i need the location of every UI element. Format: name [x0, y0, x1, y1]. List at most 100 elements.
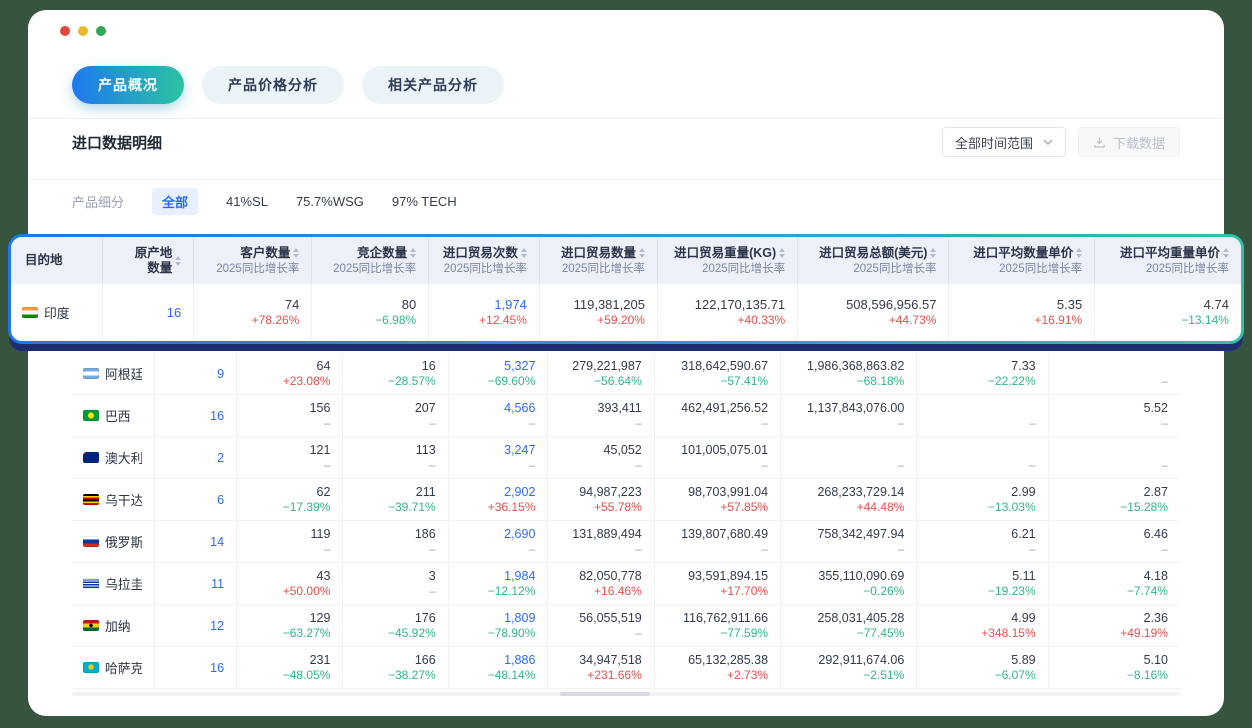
zoom-window-button[interactable] [96, 26, 106, 36]
column-header-competitor_count[interactable]: 竞企数量2025同比增长率 [312, 237, 429, 284]
origin-count-link[interactable]: 11 [211, 576, 224, 592]
country-flag-brazil [83, 410, 99, 421]
tab-product-overview[interactable]: 产品概况 [72, 66, 184, 104]
column-header-avg_quantity_price[interactable]: 进口平均数量单价2025同比增长率 [949, 237, 1095, 284]
growth-value: −48.05% [283, 668, 331, 683]
metric-value: 7.33 [1011, 358, 1035, 374]
table-row[interactable]: 阿根廷964+23.08%16−28.57%5,327−69.60%279,22… [72, 353, 1180, 395]
growth-value: −57.41% [720, 374, 768, 389]
trade_count-cell: 4,566– [449, 395, 549, 436]
close-window-button[interactable] [60, 26, 70, 36]
growth-value: +50.00% [283, 584, 331, 599]
minimize-window-button[interactable] [78, 26, 88, 36]
column-header-trade_quantity[interactable]: 进口贸易数量2025同比增长率 [540, 237, 658, 284]
growth-value: −48.14% [488, 668, 536, 683]
customer_count-cell: 119– [237, 521, 343, 562]
segment-option-all[interactable]: 全部 [152, 188, 198, 215]
origin-count-link[interactable]: 16 [210, 408, 224, 424]
competitor_count-cell: 166−38.27% [343, 647, 448, 688]
origin-count-cell: 9 [155, 353, 237, 394]
column-title: 进口贸易次数 [443, 246, 518, 261]
column-header-avg_weight_price[interactable]: 进口平均重量单价2025同比增长率 [1095, 237, 1241, 284]
metric-value: 16 [422, 358, 436, 374]
time-range-select[interactable]: 全部时间范围 [942, 127, 1066, 157]
trade-count-link[interactable]: 3,247 [504, 442, 535, 458]
trade-count-link[interactable]: 5,327 [504, 358, 535, 374]
trade-count-link[interactable]: 2,690 [504, 526, 535, 542]
growth-value: +16.91% [1034, 313, 1082, 328]
origin-count-link[interactable]: 16 [167, 305, 181, 321]
origin-count-link[interactable]: 2 [217, 450, 224, 466]
origin-count-link[interactable]: 12 [210, 618, 224, 634]
column-title: 客户数量 [240, 246, 290, 261]
tab-product-price-analysis[interactable]: 产品价格分析 [202, 66, 344, 104]
table-row[interactable]: 澳大利亚2121–113–3,247–45,052–101,005,075.01… [72, 437, 1180, 479]
trade-count-link[interactable]: 1,984 [504, 568, 535, 584]
column-title: 进口贸易重量(KG) [674, 246, 776, 261]
page-background: 产品概况 产品价格分析 相关产品分析 进口数据明细 全部时间范围 [0, 0, 1252, 728]
country-flag-argentina [83, 368, 99, 379]
column-header-customer_count[interactable]: 客户数量2025同比增长率 [194, 237, 312, 284]
sort-desc-arrow [1223, 254, 1229, 258]
trade_amount-cell: 1,986,368,863.82−68.18% [781, 353, 917, 394]
trade-count-link[interactable]: 1,974 [494, 297, 527, 313]
download-icon [1093, 136, 1106, 149]
sort-asc-arrow [779, 248, 785, 252]
table-row[interactable]: 加纳12129−63.27%176−45.92%1,809−78.90%56,0… [72, 605, 1180, 647]
country-name: 印度 [44, 303, 70, 322]
scrollbar-thumb[interactable] [560, 692, 650, 696]
trade_weight-cell: 122,170,135.71+40.33% [658, 284, 798, 341]
column-title-line: 竞企数量 [357, 246, 416, 261]
segment-option-97tech[interactable]: 97% TECH [392, 194, 457, 209]
origin-count-link[interactable]: 6 [217, 492, 224, 508]
horizontal-scrollbar[interactable] [72, 692, 1180, 696]
sort-asc-arrow [930, 248, 936, 252]
column-header-trade_amount[interactable]: 进口贸易总额(美元)2025同比增长率 [798, 237, 949, 284]
trade-count-link[interactable]: 2,902 [504, 484, 535, 500]
table-row[interactable]: 乌拉圭1143+50.00%3–1,984−12.12%82,050,778+1… [72, 563, 1180, 605]
section-title: 进口数据明细 [72, 132, 162, 153]
growth-value: – [529, 416, 536, 431]
table-header-row: 目的地原产地数量客户数量2025同比增长率竞企数量2025同比增长率进口贸易次数… [11, 237, 1241, 284]
country-name: 乌干达 [105, 490, 142, 509]
column-sub-label: 2025同比增长率 [999, 262, 1082, 276]
column-header-trade_weight[interactable]: 进口贸易重量(KG)2025同比增长率 [658, 237, 798, 284]
table-body: 阿根廷964+23.08%16−28.57%5,327−69.60%279,22… [72, 353, 1180, 689]
destination-cell: 乌干达 [72, 479, 155, 520]
sort-icon [639, 248, 645, 258]
metric-value: 5.35 [1057, 297, 1082, 313]
origin-count-link[interactable]: 16 [210, 660, 224, 676]
origin-count-link[interactable]: 14 [210, 534, 224, 550]
trade-count-link[interactable]: 1,809 [504, 610, 535, 626]
metric-value: 122,170,135.71 [695, 297, 785, 313]
tab-related-product-analysis[interactable]: 相关产品分析 [362, 66, 504, 104]
origin-count-link[interactable]: 9 [217, 366, 224, 382]
trade-count-link[interactable]: 4,566 [504, 400, 535, 416]
trade_amount-cell: 292,911,674.06−2.51% [781, 647, 917, 688]
growth-value: +44.73% [889, 313, 937, 328]
column-title: 进口贸易数量 [561, 246, 636, 261]
download-button[interactable]: 下载数据 [1078, 127, 1180, 157]
table-row[interactable]: 俄罗斯14119–186–2,690–131,889,494–139,807,6… [72, 521, 1180, 563]
column-header-origin_count[interactable]: 原产地数量 [103, 237, 194, 284]
country-name: 哈萨克斯坦 [105, 658, 142, 677]
trade_quantity-cell: 94,987,223+55.78% [548, 479, 654, 520]
table-row-highlighted[interactable]: 印度1674+78.26%80−6.98%1,974+12.45%119,381… [11, 284, 1241, 341]
highlighted-row-container: 印度1674+78.26%80−6.98%1,974+12.45%119,381… [11, 284, 1241, 341]
table-row[interactable]: 巴西16156–207–4,566–393,411–462,491,256.52… [72, 395, 1180, 437]
trade-count-link[interactable]: 1,886 [504, 652, 535, 668]
column-title: 竞企数量 [357, 246, 407, 261]
metric-value: 98,703,991.04 [688, 484, 768, 500]
table-row[interactable]: 哈萨克斯坦16231−48.05%166−38.27%1,886−48.14%3… [72, 647, 1180, 689]
trade_weight-cell: 98,703,991.04+57.85% [655, 479, 781, 520]
trade_count-cell: 1,809−78.90% [449, 605, 549, 646]
segment-option-41sl[interactable]: 41%SL [226, 194, 268, 209]
table-row[interactable]: 乌干达662−17.39%211−39.71%2,902+36.15%94,98… [72, 479, 1180, 521]
growth-value: −15.28% [1120, 500, 1168, 515]
time-range-value: 全部时间范围 [955, 133, 1033, 152]
growth-value: +40.33% [737, 313, 785, 328]
highlight-callout-inner: 目的地原产地数量客户数量2025同比增长率竞企数量2025同比增长率进口贸易次数… [11, 237, 1241, 341]
segment-option-757wsg[interactable]: 75.7%WSG [296, 194, 364, 209]
column-header-trade_count[interactable]: 进口贸易次数2025同比增长率 [429, 237, 540, 284]
competitor_count-cell: 207– [343, 395, 448, 436]
